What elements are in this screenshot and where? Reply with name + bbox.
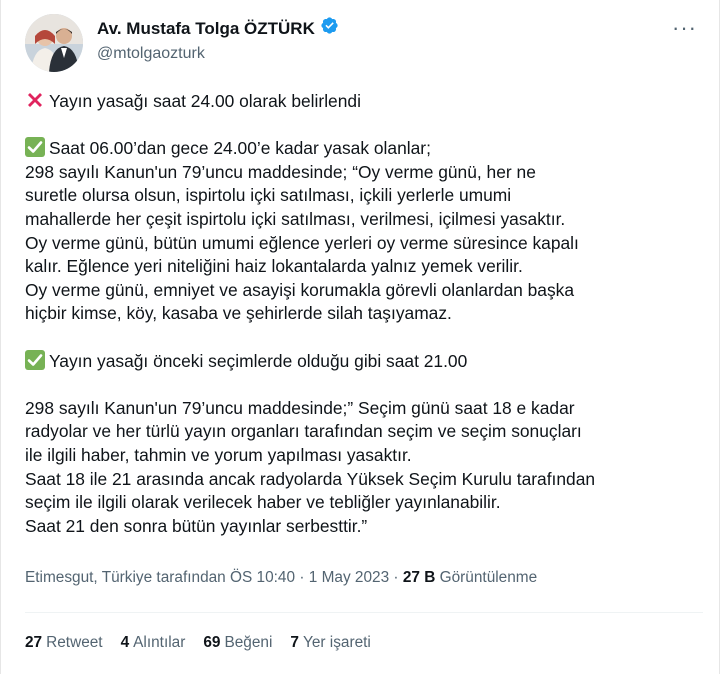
- location-time[interactable]: Etimesgut, Türkiye tarafından ÖS 10:40 ·…: [25, 569, 403, 586]
- tweet-line-text: seçim ile ilgili olarak verilecek haber …: [25, 492, 501, 513]
- tweet-card: Av. Mustafa Tolga ÖZTÜRK @mtolgaozturk ·…: [0, 0, 720, 674]
- tweet-line-text: Yayın yasağı önceki seçimlerde olduğu gi…: [49, 350, 468, 371]
- tweet-line: 298 sayılı Kanun'un 79’uncu maddesinde;”…: [25, 397, 705, 421]
- tweet-line-text: Saat 06.00’dan gece 24.00’e kadar yasak …: [49, 138, 431, 159]
- tweet-meta: Etimesgut, Türkiye tarafından ÖS 10:40 ·…: [25, 569, 537, 587]
- tweet-line-text: Saat 18 ile 21 arasında ancak radyolarda…: [25, 468, 596, 489]
- tweet-line: Saat 21 den sonra bütün yayınlar serbest…: [25, 515, 705, 539]
- tweet-line: Oy verme günü, emniyet ve asayişi koruma…: [25, 279, 705, 303]
- tweet-line-text: Oy verme günü, bütün umumi eğlence yerle…: [25, 232, 579, 253]
- divider: [25, 612, 703, 613]
- tweet-line-text: 298 sayılı Kanun'un 79’uncu maddesinde; …: [25, 161, 536, 182]
- tweet-line-text: suretle olursa olsun, ispirtolu içki sat…: [25, 185, 512, 206]
- stat-label: Beğeni: [224, 634, 273, 651]
- author-info: Av. Mustafa Tolga ÖZTÜRK @mtolgaozturk: [97, 16, 339, 65]
- tweet-text: Yayın yasağı saat 24.00 olarak belirlend…: [25, 90, 705, 538]
- tweet-line: Yayın yasağı saat 24.00 olarak belirlend…: [25, 90, 705, 114]
- tweet-line: radyolar ve her türlü yayın organları ta…: [25, 420, 705, 444]
- tweet-line-text: kalır. Eğlence yeri niteliğini haiz loka…: [25, 256, 523, 277]
- tweet-line-text: 298 sayılı Kanun'un 79’uncu maddesinde;”…: [25, 397, 575, 418]
- tweet-line: suretle olursa olsun, ispirtolu içki sat…: [25, 184, 705, 208]
- author-handle[interactable]: @mtolgaozturk: [97, 43, 339, 65]
- tweet-header: Av. Mustafa Tolga ÖZTÜRK @mtolgaozturk ·…: [25, 14, 705, 74]
- verified-badge-icon: [320, 16, 339, 41]
- tweet-line-text: radyolar ve her türlü yayın organları ta…: [25, 421, 582, 442]
- stat-label: Yer işareti: [302, 634, 371, 651]
- stat-count: 27: [25, 634, 43, 651]
- tweet-line: Saat 06.00’dan gece 24.00’e kadar yasak …: [25, 137, 705, 161]
- stat-alıntılar[interactable]: 4 Alıntılar: [121, 634, 186, 652]
- author-name[interactable]: Av. Mustafa Tolga ÖZTÜRK: [97, 18, 315, 40]
- tweet-line: Yayın yasağı önceki seçimlerde olduğu gi…: [25, 349, 705, 374]
- views-count: 27 B: [402, 569, 436, 586]
- tweet-line: mahallerde her çeşit ispirtolu içki satı…: [25, 208, 705, 232]
- tweet-line-text: ile ilgili haber, tahmin ve yorum yapılm…: [25, 444, 412, 465]
- stat-retweet[interactable]: 27 Retweet: [25, 634, 103, 652]
- views-label: Görüntülenme: [439, 569, 538, 586]
- tweet-line-text: Oy verme günü, emniyet ve asayişi koruma…: [25, 279, 575, 300]
- tweet-line-text: hiçbir kimse, köy, kasaba ve şehirlerde …: [25, 303, 452, 324]
- stat-label: Alıntılar: [133, 634, 186, 651]
- tweet-line: ile ilgili haber, tahmin ve yorum yapılm…: [25, 444, 705, 468]
- tweet-line: kalır. Eğlence yeri niteliğini haiz loka…: [25, 255, 705, 279]
- stat-count: 7: [290, 634, 299, 651]
- avatar[interactable]: [25, 14, 83, 72]
- stat-label: Retweet: [46, 634, 103, 651]
- author-name-row[interactable]: Av. Mustafa Tolga ÖZTÜRK: [97, 16, 339, 41]
- tweet-line: hiçbir kimse, köy, kasaba ve şehirlerde …: [25, 302, 705, 326]
- stat-count: 4: [120, 634, 130, 651]
- stat-count: 69: [203, 634, 221, 651]
- tweet-line: Saat 18 ile 21 arasında ancak radyolarda…: [25, 468, 705, 492]
- cross-mark-icon: [25, 90, 45, 110]
- tweet-line-text: Saat 21 den sonra bütün yayınlar serbest…: [25, 515, 368, 536]
- check-mark-icon: [25, 137, 45, 158]
- tweet-line: seçim ile ilgili olarak verilecek haber …: [25, 491, 705, 515]
- tweet-line: 298 sayılı Kanun'un 79’uncu maddesinde; …: [25, 161, 705, 185]
- stat-beğeni[interactable]: 69 Beğeni: [203, 634, 272, 652]
- check-mark-icon: [25, 349, 45, 370]
- tweet-line-text: mahallerde her çeşit ispirtolu içki satı…: [25, 208, 566, 229]
- tweet-stats: 27 Retweet 4 Alıntılar 69 Beğeni 7 Yer işareti: [25, 634, 371, 652]
- stat-yer-işareti[interactable]: 7 Yer işareti: [290, 634, 370, 652]
- tweet-line-text: Yayın yasağı saat 24.00 olarak belirlend…: [49, 91, 361, 111]
- more-horizontal-icon[interactable]: ···: [672, 17, 697, 39]
- tweet-line: Oy verme günü, bütün umumi eğlence yerle…: [25, 232, 705, 256]
